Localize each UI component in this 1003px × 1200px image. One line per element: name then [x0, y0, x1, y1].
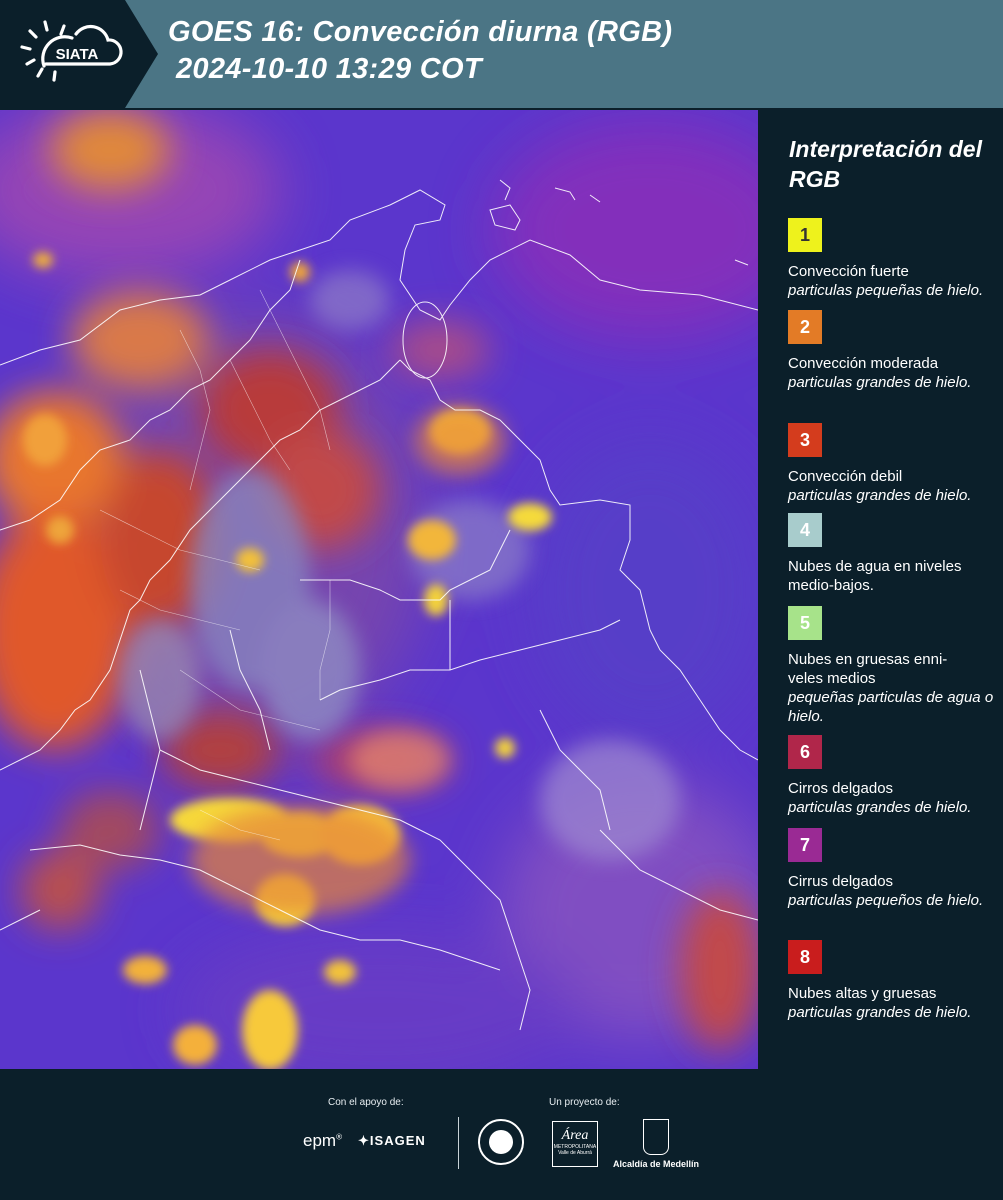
- legend-item-label: Convección debil: [788, 468, 903, 485]
- epm-logo: epm®: [303, 1131, 342, 1150]
- legend-item-label: Nubes altas y gruesas: [788, 985, 937, 1002]
- legend-item-label: Cirros delgados: [788, 780, 894, 797]
- legend-swatch: 8: [788, 940, 822, 974]
- seal-icon: [489, 1130, 513, 1154]
- support-label: Con el apoyo de:: [328, 1097, 404, 1108]
- legend-item-7: 7 Cirrus delgados particulas pequeños de…: [788, 828, 998, 910]
- area-metropolitana-logo: Área METROPOLITANA Valle de Aburrá: [552, 1121, 598, 1167]
- satellite-rgb-map: [0, 110, 758, 1069]
- legend-swatch: 6: [788, 735, 822, 769]
- legend-item-label: Convección moderada: [788, 355, 939, 372]
- legend-swatch: 5: [788, 606, 822, 640]
- legend-swatch: 4: [788, 513, 822, 547]
- legend-swatch: 7: [788, 828, 822, 862]
- svg-text:SIATA: SIATA: [56, 46, 99, 63]
- area-logo-sub2: Valle de Aburrá: [558, 1150, 592, 1156]
- legend-item-5: 5 Nubes en gruesas enni-veles medios peq…: [788, 606, 998, 726]
- legend-item-desc: particulas grandes de hielo.: [788, 1004, 972, 1021]
- legend-item-3: 3 Convección debil particulas grandes de…: [788, 423, 998, 505]
- seal-logo: [478, 1119, 524, 1165]
- legend-item-label: Nubes de agua en niveles medio-bajos.: [788, 558, 962, 594]
- footer: Con el apoyo de: Un proyecto de: epm® ✦I…: [0, 1071, 1003, 1200]
- legend-item-desc: particulas grandes de hielo.: [788, 374, 972, 391]
- legend-item-8: 8 Nubes altas y gruesas particulas grand…: [788, 940, 998, 1022]
- legend-swatch: 2: [788, 310, 822, 344]
- epm-logo-text: epm: [303, 1131, 337, 1150]
- legend-item-label: Convección fuerte: [788, 263, 909, 280]
- legend-item-desc: particulas pequeños de hielo.: [788, 892, 984, 909]
- legend-title: Interpretación del RGB: [789, 136, 982, 192]
- header-bar: SIATA GOES 16: Convección diurna (RGB) 2…: [0, 0, 1003, 108]
- title-line-2: 2024-10-10 13:29 COT: [176, 53, 482, 85]
- area-logo-text: Área: [561, 1128, 589, 1143]
- project-label: Un proyecto de:: [549, 1097, 620, 1108]
- title-line-1: GOES 16: Convección diurna (RGB): [168, 16, 673, 48]
- medellin-logo-text: Alcaldía de Medellín: [613, 1159, 700, 1169]
- legend-swatch: 1: [788, 218, 822, 252]
- legend-item-6: 6 Cirros delgados particulas grandes de …: [788, 735, 998, 817]
- footer-divider: [458, 1117, 459, 1169]
- legend-item-desc: particulas grandes de hielo.: [788, 799, 972, 816]
- legend-panel: Interpretación del RGB 1 Convección fuer…: [762, 110, 1003, 1069]
- legend-item-desc: particulas grandes de hielo.: [788, 487, 972, 504]
- isagen-logo: ✦ISAGEN: [358, 1133, 426, 1149]
- legend-item-desc: particulas pequeñas de hielo.: [788, 282, 984, 299]
- legend-item-label: Cirrus delgados: [788, 873, 894, 890]
- isagen-logo-text: ISAGEN: [369, 1133, 426, 1148]
- page-title: GOES 16: Convección diurna (RGB) 2024-10…: [168, 14, 672, 88]
- legend-item-1: 1 Convección fuerte particulas pequeñas …: [788, 218, 998, 300]
- legend-item-label: Nubes en gruesas enni-veles medios: [788, 651, 948, 687]
- medellin-crest-icon: [643, 1119, 669, 1155]
- legend-item-4: 4 Nubes de agua en niveles medio-bajos.: [788, 513, 998, 595]
- isagen-icon: ✦: [358, 1133, 370, 1148]
- legend-item-2: 2 Convección moderada particulas grandes…: [788, 310, 998, 392]
- legend-item-desc: pequeñas particulas de agua o hielo.: [788, 689, 994, 725]
- legend-swatch: 3: [788, 423, 822, 457]
- siata-logo: SIATA: [0, 0, 160, 108]
